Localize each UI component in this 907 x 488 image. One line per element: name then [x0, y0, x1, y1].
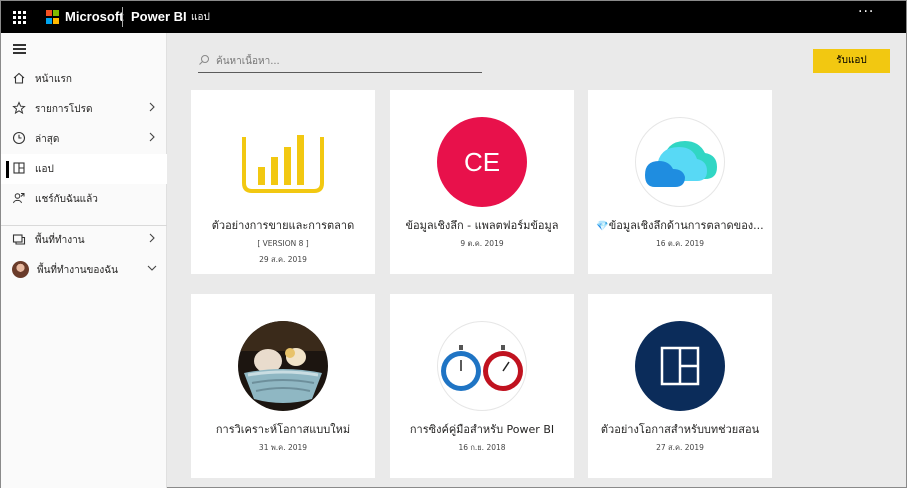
app-title: ข้อมูลเชิงลึกด้านการตลาดของ... — [608, 219, 764, 232]
breadcrumb: แอป — [191, 12, 210, 23]
power-bi-report-icon — [242, 135, 324, 193]
app-card[interactable]: ตัวอย่างโอกาสสำหรับบทช่วยสอน 27 ส.ค. 201… — [588, 294, 772, 478]
cloud-logo-icon — [635, 117, 725, 207]
sidebar-item-workspaces[interactable]: พื้นที่ทำงาน — [1, 225, 167, 255]
sidebar-item-favorites[interactable]: รายการโปรด — [1, 94, 167, 124]
divider — [122, 7, 123, 27]
sidebar-item-label: แชร์กับฉันแล้ว — [35, 194, 98, 205]
app-version: [ VERSION 8 ] — [257, 239, 309, 248]
home-icon — [13, 72, 25, 84]
app-logo — [635, 321, 725, 411]
sidebar-item-label: รายการโปรด — [35, 104, 93, 115]
app-date: 9 ต.ค. 2019 — [460, 239, 504, 248]
microsoft-logo-icon — [46, 10, 60, 24]
apps-icon — [660, 346, 700, 386]
sidebar-item-my-workspace[interactable]: พื้นที่ทำงานของฉัน — [1, 255, 167, 285]
sidebar-item-apps[interactable]: แอป — [1, 154, 167, 184]
sidebar-item-home[interactable]: หน้าแรก — [1, 64, 167, 94]
app-date: 31 พ.ค. 2019 — [258, 443, 308, 452]
star-icon — [12, 101, 26, 115]
app-title: ตัวอย่างโอกาสสำหรับบทช่วยสอน — [600, 423, 760, 436]
sidebar: หน้าแรก รายการโปรด ล่าสุด แอป แชร์กับฉัน… — [1, 33, 167, 488]
workspaces-icon — [12, 234, 26, 245]
chevron-right-icon[interactable] — [146, 231, 158, 245]
top-bar: Microsoft Power BI แอป ··· — [1, 1, 906, 33]
shared-icon — [13, 193, 25, 204]
brand-name[interactable]: Microsoft — [65, 9, 124, 24]
app-card[interactable]: CE ข้อมูลเชิงลึก - แพลตฟอร์มข้อมูล 9 ต.ค… — [390, 90, 574, 274]
chevron-right-icon[interactable] — [146, 130, 158, 144]
product-name[interactable]: Power BI — [131, 9, 187, 24]
sidebar-item-label: หน้าแรก — [35, 74, 72, 85]
sidebar-item-label: พื้นที่ทำงานของฉัน — [37, 265, 118, 276]
app-date: 27 ส.ค. 2019 — [656, 443, 704, 452]
chevron-down-icon[interactable] — [146, 261, 158, 275]
app-card[interactable]: ตัวอย่างการขายและการตลาด [ VERSION 8 ] 2… — [191, 90, 375, 274]
app-date: 16 ก.ย. 2018 — [458, 443, 506, 452]
sidebar-item-label: แอป — [35, 164, 54, 175]
app-launcher-icon[interactable] — [13, 11, 26, 24]
more-options-icon[interactable]: ··· — [858, 4, 874, 20]
app-card[interactable]: การซิงค์คู่มือสำหรับ Power BI 16 ก.ย. 20… — [390, 294, 574, 478]
stopwatches-icon — [437, 321, 527, 411]
clock-icon — [12, 131, 26, 145]
app-title-row: 💎ข้อมูลเชิงลึกด้านการตลาดของ... — [588, 216, 772, 234]
ce-logo: CE — [437, 117, 527, 207]
app-date: 16 ต.ค. 2019 — [655, 239, 705, 248]
app-title: การซิงค์คู่มือสำหรับ Power BI — [409, 423, 555, 436]
app-card[interactable]: 💎ข้อมูลเชิงลึกด้านการตลาดของ... 16 ต.ค. … — [588, 90, 772, 274]
app-title: การวิเคราะห์โอกาสแบบใหม่ — [215, 423, 351, 436]
get-apps-button[interactable]: รับแอป — [813, 49, 890, 73]
sidebar-item-shared[interactable]: แชร์กับฉันแล้ว — [1, 184, 167, 214]
app-card[interactable]: การวิเคราะห์โอกาสแบบใหม่ 31 พ.ค. 2019 — [191, 294, 375, 478]
app-date: 29 ส.ค. 2019 — [259, 255, 307, 264]
search-input[interactable] — [216, 53, 478, 69]
bird-photo-image — [238, 321, 328, 411]
search-box — [198, 51, 482, 73]
sidebar-item-recent[interactable]: ล่าสุด — [1, 124, 167, 154]
sidebar-item-label: พื้นที่ทำงาน — [35, 235, 85, 246]
hamburger-menu-icon[interactable] — [13, 44, 26, 54]
app-title: ตัวอย่างการขายและการตลาด — [211, 219, 355, 232]
app-title: ข้อมูลเชิงลึก - แพลตฟอร์มข้อมูล — [405, 219, 559, 232]
avatar — [12, 261, 29, 278]
sidebar-item-label: ล่าสุด — [35, 134, 60, 145]
chevron-right-icon[interactable] — [146, 100, 158, 114]
diamond-icon: 💎 — [596, 221, 609, 232]
apps-icon — [13, 162, 25, 174]
search-icon — [199, 55, 209, 65]
